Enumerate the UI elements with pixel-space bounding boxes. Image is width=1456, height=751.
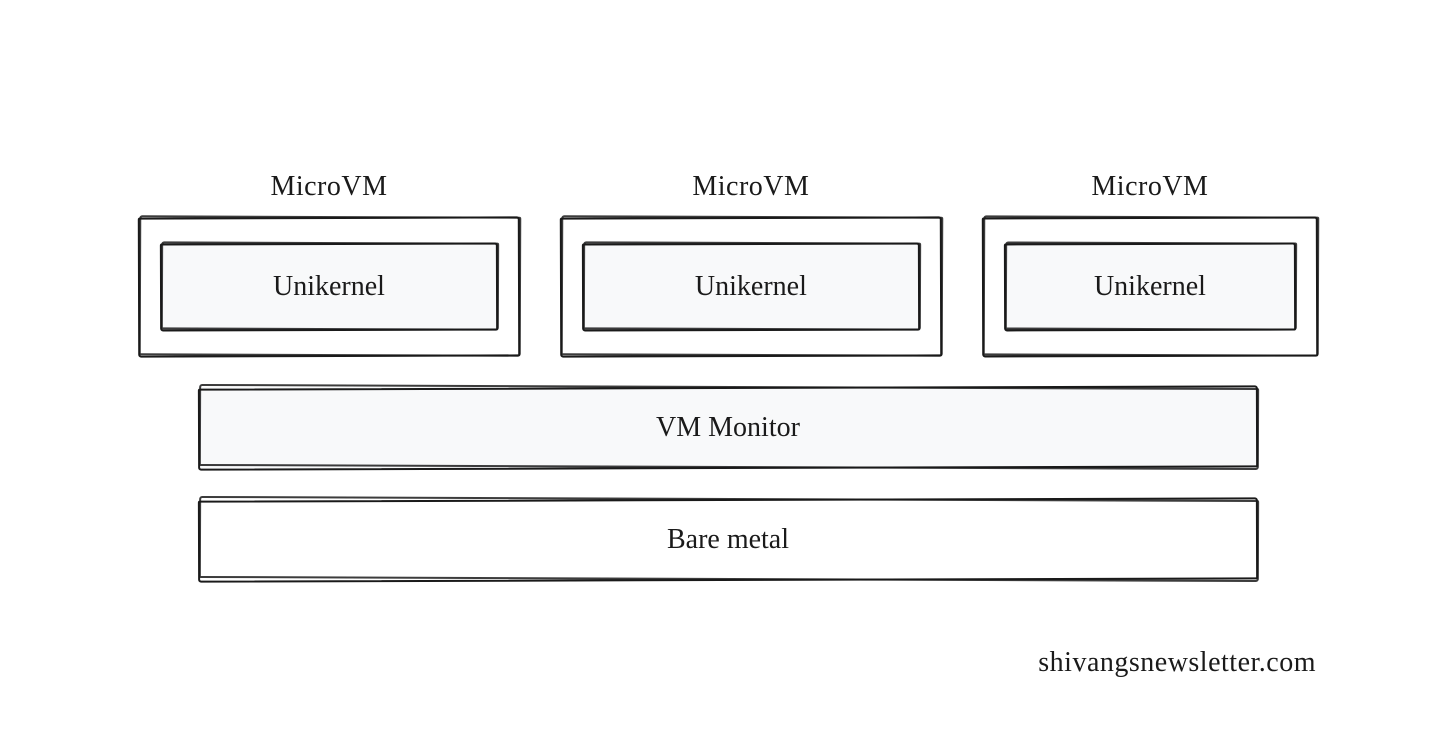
- microvm-2-box: Unikernel: [560, 217, 942, 357]
- unikernel-3-box: Unikernel: [1004, 243, 1296, 331]
- unikernel-2-box: Unikernel: [582, 243, 920, 331]
- microvm-1-box: Unikernel: [138, 217, 520, 357]
- microvm-1: MicroVM Unikernel: [138, 171, 520, 357]
- microvm-3-title: MicroVM: [1091, 171, 1208, 203]
- unikernel-1-box: Unikernel: [160, 243, 498, 331]
- microvm-3-box: Unikernel: [982, 217, 1318, 357]
- attribution-text: shivangsnewsletter.com: [1038, 647, 1316, 679]
- vm-monitor-label: VM Monitor: [656, 412, 800, 444]
- microvm-1-title: MicroVM: [270, 171, 387, 203]
- microvm-row: MicroVM Unikernel MicroVM Unikernel Micr…: [138, 171, 1318, 357]
- diagram-stage: MicroVM Unikernel MicroVM Unikernel Micr…: [138, 171, 1318, 581]
- microvm-2-title: MicroVM: [692, 171, 809, 203]
- microvm-2: MicroVM Unikernel: [560, 171, 942, 357]
- bare-metal-layer: Bare metal: [198, 499, 1258, 581]
- unikernel-2-label: Unikernel: [695, 271, 807, 303]
- unikernel-3-label: Unikernel: [1094, 271, 1206, 303]
- vm-monitor-layer: VM Monitor: [198, 387, 1258, 469]
- unikernel-1-label: Unikernel: [273, 271, 385, 303]
- microvm-3: MicroVM Unikernel: [982, 171, 1318, 357]
- bare-metal-label: Bare metal: [667, 524, 789, 556]
